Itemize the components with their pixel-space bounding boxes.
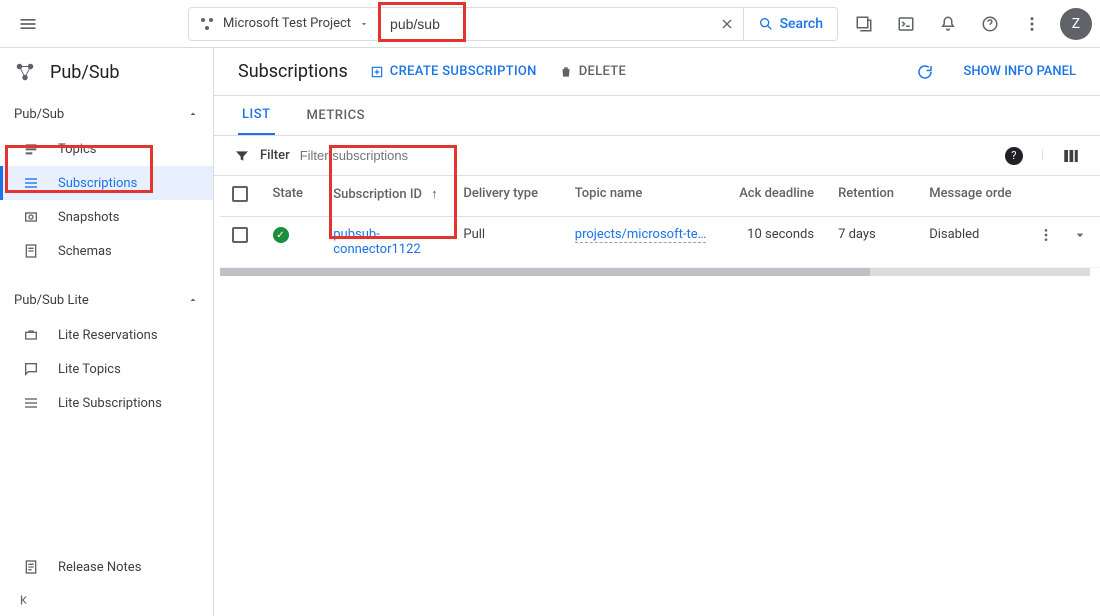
table-header-row: State Subscription ID ↑ Delivery type To… xyxy=(220,176,1100,217)
help-icon[interactable] xyxy=(970,4,1010,44)
assistant-icon[interactable] xyxy=(844,4,884,44)
state-ok-icon: ✓ xyxy=(273,227,289,243)
hamburger-menu-icon[interactable] xyxy=(8,4,48,44)
table-row[interactable]: ✓ pubsub-connector1122 Pull projects/mic… xyxy=(220,217,1100,268)
project-picker[interactable]: Microsoft Test Project xyxy=(188,7,380,41)
sidebar: Pub/Sub Pub/Sub Topics Subscriptions Sna… xyxy=(0,48,214,616)
filter-input[interactable] xyxy=(300,148,995,163)
sidebar-release-notes[interactable]: Release Notes xyxy=(0,550,213,584)
chat-icon xyxy=(22,361,40,377)
cell-retention: 7 days xyxy=(826,217,917,268)
filter-bar: Filter ? | xyxy=(214,136,1100,176)
sidebar-item-lite-reservations[interactable]: Lite Reservations xyxy=(0,318,213,352)
main-content: Subscriptions CREATE SUBSCRIPTION DELETE… xyxy=(214,48,1100,616)
trash-icon xyxy=(559,65,573,79)
project-name: Microsoft Test Project xyxy=(223,16,351,31)
chevron-up-icon xyxy=(187,108,199,120)
select-all-checkbox[interactable] xyxy=(232,186,248,202)
search-button[interactable]: Search xyxy=(743,8,837,40)
filter-icon xyxy=(234,148,250,164)
expand-row-icon[interactable] xyxy=(1072,227,1088,243)
nodes-icon xyxy=(199,16,215,32)
sidebar-item-topics[interactable]: Topics xyxy=(0,132,213,166)
columns-icon[interactable] xyxy=(1062,147,1080,165)
sidebar-item-subscriptions[interactable]: Subscriptions xyxy=(0,166,213,200)
cloud-shell-icon[interactable] xyxy=(886,4,926,44)
create-subscription-button[interactable]: CREATE SUBSCRIPTION xyxy=(370,64,537,79)
plus-icon xyxy=(370,65,384,79)
show-info-panel-button[interactable]: SHOW INFO PANEL xyxy=(963,64,1076,79)
chevron-down-icon xyxy=(359,19,369,29)
topbar: Microsoft Test Project Search Z xyxy=(0,0,1100,48)
table: State Subscription ID ↑ Delivery type To… xyxy=(214,176,1100,276)
page-title: Subscriptions xyxy=(238,61,348,82)
notifications-icon[interactable] xyxy=(928,4,968,44)
schemas-icon xyxy=(22,243,40,259)
cell-order: Disabled xyxy=(917,217,1025,268)
sidebar-item-snapshots[interactable]: Snapshots xyxy=(0,200,213,234)
search-box: Search xyxy=(380,7,838,41)
sidebar-item-schemas[interactable]: Schemas xyxy=(0,234,213,268)
filter-label: Filter xyxy=(260,148,290,163)
sidebar-item-lite-subscriptions[interactable]: Lite Subscriptions xyxy=(0,386,213,420)
sidebar-collapse-icon[interactable] xyxy=(0,584,213,616)
more-icon[interactable] xyxy=(1012,4,1052,44)
sort-asc-icon: ↑ xyxy=(431,187,438,202)
horizontal-scrollbar[interactable] xyxy=(220,268,1090,276)
topbar-actions: Z xyxy=(844,4,1092,44)
chevron-up-icon xyxy=(187,294,199,306)
search-input[interactable] xyxy=(380,8,711,40)
col-topic[interactable]: Topic name xyxy=(563,176,725,217)
col-state[interactable]: State xyxy=(261,176,322,217)
briefcase-icon xyxy=(22,327,40,343)
cell-delivery: Pull xyxy=(451,217,562,268)
topic-link[interactable]: projects/microsoft-te… xyxy=(575,227,707,243)
delete-button[interactable]: DELETE xyxy=(559,64,626,79)
service-header: Pub/Sub xyxy=(0,48,213,96)
tabs: LIST METRICS xyxy=(214,96,1100,136)
refresh-icon[interactable] xyxy=(909,56,941,88)
list-icon xyxy=(22,395,40,411)
nav-section-pubsub-lite[interactable]: Pub/Sub Lite xyxy=(0,282,213,318)
col-order[interactable]: Message orde xyxy=(917,176,1025,217)
notes-icon xyxy=(22,559,40,575)
help-badge-icon[interactable]: ? xyxy=(1005,147,1023,165)
page-header: Subscriptions CREATE SUBSCRIPTION DELETE… xyxy=(214,48,1100,96)
snapshots-icon xyxy=(22,209,40,225)
tab-list[interactable]: LIST xyxy=(238,95,275,135)
sidebar-item-lite-topics[interactable]: Lite Topics xyxy=(0,352,213,386)
subscription-id-link[interactable]: pubsub-connector1122 xyxy=(333,227,420,257)
clear-search-icon[interactable] xyxy=(711,8,743,40)
tab-metrics[interactable]: METRICS xyxy=(303,95,369,135)
nav-section-pubsub[interactable]: Pub/Sub xyxy=(0,96,213,132)
topics-icon xyxy=(22,141,40,157)
row-more-icon[interactable] xyxy=(1038,227,1054,243)
pubsub-icon xyxy=(14,61,36,83)
subscriptions-icon xyxy=(22,175,40,191)
row-checkbox[interactable] xyxy=(232,227,248,243)
col-delivery[interactable]: Delivery type xyxy=(451,176,562,217)
col-retention[interactable]: Retention xyxy=(826,176,917,217)
cell-ack: 10 seconds xyxy=(725,217,826,268)
avatar[interactable]: Z xyxy=(1060,8,1092,40)
col-subscription-id[interactable]: Subscription ID ↑ xyxy=(321,176,451,217)
col-ack[interactable]: Ack deadline xyxy=(725,176,826,217)
search-icon xyxy=(758,16,774,32)
